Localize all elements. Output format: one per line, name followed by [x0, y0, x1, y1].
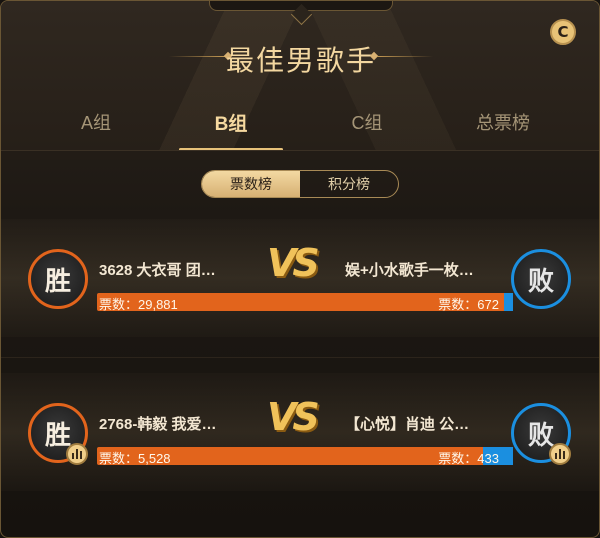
right-contestant-name[interactable]: 娱+小水歌手一枚… — [345, 259, 474, 280]
top-notch-decoration — [209, 1, 393, 11]
right-vote-count: 票数：672 — [438, 297, 499, 312]
left-vote-count: 票数：29,881 — [99, 297, 178, 312]
tab-group-c[interactable]: C组 — [312, 109, 422, 135]
tab-total-ranking[interactable]: 总票榜 — [448, 109, 558, 135]
points-ranking-button[interactable]: 积分榜 — [300, 171, 398, 197]
left-contestant-name[interactable]: 2768-韩毅 我爱… — [99, 413, 217, 434]
page-title: 最佳男歌手 — [225, 44, 376, 77]
match-card[interactable]: 胜 2768-韩毅 我爱… VS 【心悦】肖迪 公… 败 票数：5,528 票数… — [1, 373, 599, 491]
tab-group-b[interactable]: B组 — [176, 109, 286, 136]
loser-badge: 败 — [511, 249, 571, 309]
match-separator — [1, 357, 599, 358]
tab-group-a[interactable]: A组 — [41, 109, 151, 135]
vote-bar: 票数：5,528 票数：433 — [97, 447, 513, 466]
vote-bar: 票数：29,881 票数：672 — [97, 293, 513, 312]
bar-chart-icon[interactable] — [549, 443, 571, 465]
tabs-divider — [1, 150, 599, 151]
vs-icon: VS — [267, 395, 320, 439]
bar-chart-icon[interactable] — [66, 443, 88, 465]
title-ornament-right — [377, 56, 433, 57]
left-contestant-name[interactable]: 3628 大衣哥 团… — [99, 259, 216, 280]
vote-panel: 最佳男歌手 C A组 B组 C组 总票榜 票数榜 积分榜 胜 3628 大衣哥 … — [0, 0, 600, 538]
group-tabs: A组 B组 C组 总票榜 — [1, 101, 599, 151]
refresh-c-icon[interactable]: C — [550, 19, 576, 45]
match-card[interactable]: 胜 3628 大衣哥 团… VS 娱+小水歌手一枚… 败 票数：29,881 票… — [1, 219, 599, 337]
vote-bar-right-share — [503, 293, 513, 311]
votes-ranking-button[interactable]: 票数榜 — [202, 171, 300, 197]
right-contestant-name[interactable]: 【心悦】肖迪 公… — [345, 413, 469, 434]
right-vote-count: 票数：433 — [438, 451, 499, 466]
winner-badge: 胜 — [28, 249, 88, 309]
ranking-toggle: 票数榜 积分榜 — [201, 170, 399, 198]
left-vote-count: 票数：5,528 — [99, 451, 171, 466]
vs-icon: VS — [267, 241, 320, 285]
